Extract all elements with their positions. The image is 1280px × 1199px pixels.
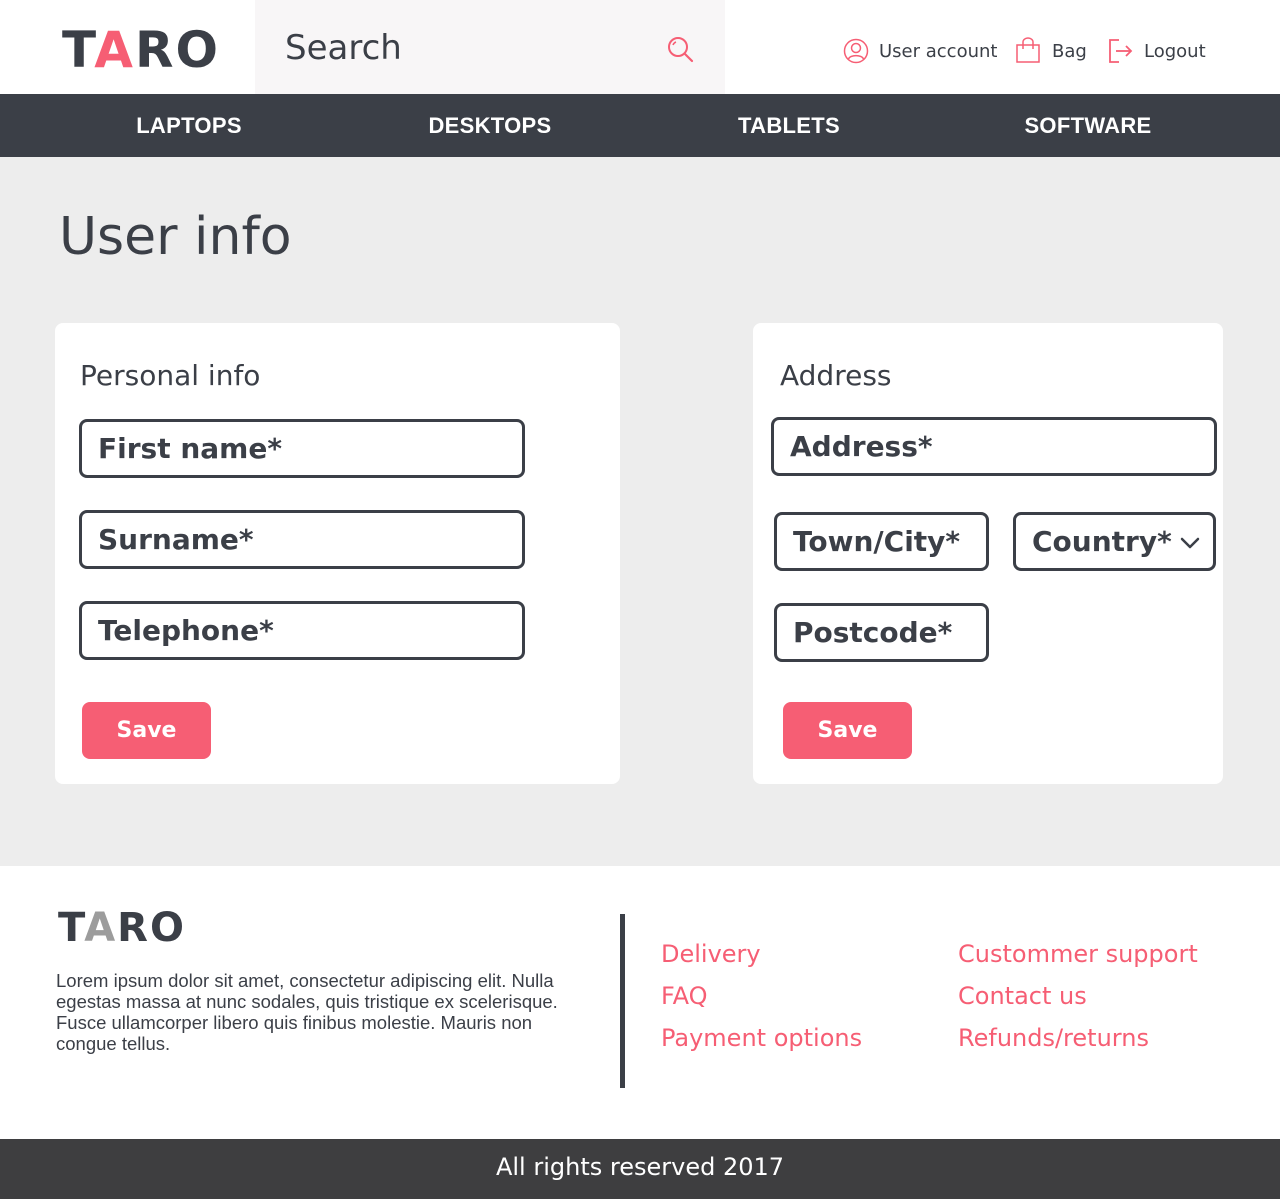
logout-link[interactable]: Logout	[1108, 37, 1206, 65]
user-account-link[interactable]: User account	[843, 38, 997, 64]
nav-item-laptops[interactable]: LAPTOPS	[136, 94, 242, 157]
footer-link-delivery[interactable]: Delivery	[661, 939, 761, 969]
copyright-bar: All rights reserved 2017	[0, 1139, 1280, 1199]
postcode-field[interactable]	[774, 603, 989, 662]
logo-letters-ro: RO	[134, 21, 220, 79]
bag-action: Bag	[1014, 36, 1087, 66]
bag-label: Bag	[1052, 40, 1087, 62]
save-address-button[interactable]: Save	[783, 702, 912, 759]
address-field[interactable]	[771, 417, 1217, 476]
logout-icon	[1108, 37, 1134, 65]
footer-logo-letter-t: T	[58, 905, 85, 951]
copyright-text: All rights reserved 2017	[495, 1153, 785, 1181]
logo-letter-a: A	[94, 21, 135, 79]
search-input[interactable]: Search	[285, 28, 402, 68]
footer-link-payment-options[interactable]: Payment options	[661, 1023, 862, 1053]
bag-icon	[1014, 37, 1042, 65]
address-title: Address	[780, 359, 892, 392]
first-name-field[interactable]	[79, 419, 525, 478]
page-title: User info	[59, 207, 292, 267]
footer: TARO Lorem ipsum dolor sit amet, consect…	[0, 866, 1280, 1139]
search-bar[interactable]: Search	[255, 0, 725, 94]
main-content: User info Personal info Save Address	[0, 157, 1280, 866]
personal-info-title: Personal info	[80, 359, 261, 392]
bag-link[interactable]: Bag	[1014, 37, 1087, 65]
main-nav: LAPTOPS DESKTOPS TABLETS SOFTWARE	[0, 94, 1280, 157]
first-name-input[interactable]	[82, 422, 522, 475]
footer-link-faq[interactable]: FAQ	[661, 981, 708, 1011]
footer-link-contact-us[interactable]: Contact us	[958, 981, 1087, 1011]
logo[interactable]: TARO	[62, 22, 220, 78]
search-icon[interactable]	[667, 36, 695, 64]
address-input[interactable]	[774, 420, 1214, 473]
header: TARO Search User account Bag Logout	[0, 0, 1280, 94]
nav-item-software[interactable]: SOFTWARE	[1024, 94, 1151, 157]
logout-label: Logout	[1144, 40, 1206, 62]
town-city-input[interactable]	[777, 515, 986, 568]
save-personal-button[interactable]: Save	[82, 702, 211, 759]
footer-link-refunds-returns[interactable]: Refunds/returns	[958, 1023, 1149, 1053]
address-card: Address Save	[753, 323, 1223, 784]
personal-info-card: Personal info Save	[55, 323, 620, 784]
user-icon	[843, 38, 869, 64]
nav-item-desktops[interactable]: DESKTOPS	[428, 94, 551, 157]
country-select[interactable]	[1013, 512, 1216, 571]
postcode-input[interactable]	[777, 606, 986, 659]
logo-letter-t: T	[62, 21, 95, 79]
telephone-field[interactable]	[79, 601, 525, 660]
telephone-input[interactable]	[82, 604, 522, 657]
chevron-down-icon[interactable]	[1179, 535, 1201, 551]
footer-description: Lorem ipsum dolor sit amet, consectetur …	[56, 970, 558, 1054]
footer-link-customer-support[interactable]: Custommer support	[958, 939, 1198, 969]
footer-divider	[620, 914, 625, 1088]
user-account-label: User account	[879, 40, 998, 62]
surname-input[interactable]	[82, 513, 522, 566]
footer-logo[interactable]: TARO	[58, 904, 186, 952]
surname-field[interactable]	[79, 510, 525, 569]
footer-logo-letters-ro: RO	[117, 905, 186, 951]
nav-item-tablets[interactable]: TABLETS	[738, 94, 840, 157]
town-city-field[interactable]	[774, 512, 989, 571]
footer-logo-letter-a: A	[84, 905, 118, 951]
account-actions: User account	[843, 36, 997, 66]
logout-action: Logout	[1108, 36, 1206, 66]
